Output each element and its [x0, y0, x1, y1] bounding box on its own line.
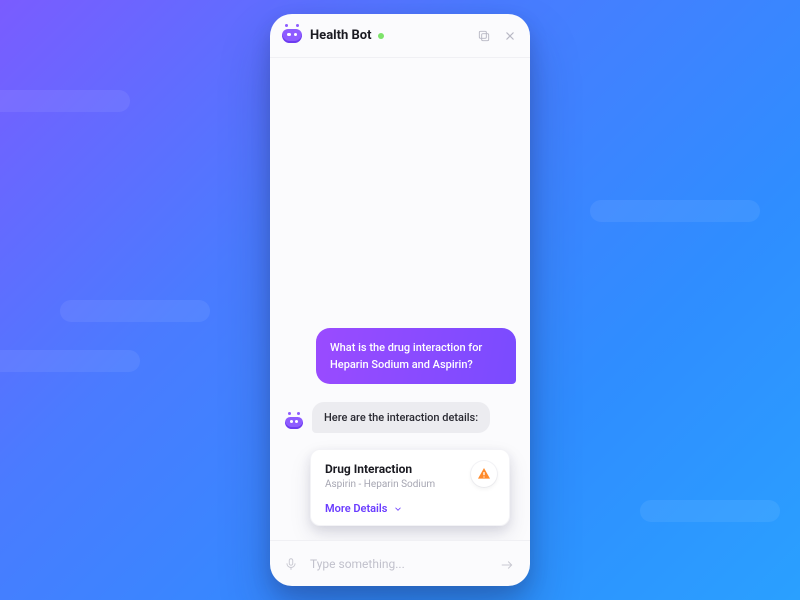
- close-button[interactable]: [502, 28, 518, 44]
- more-details-label: More Details: [325, 502, 387, 515]
- interaction-card[interactable]: Drug Interaction Aspirin - Heparin Sodiu…: [310, 449, 510, 526]
- microphone-button[interactable]: [284, 556, 300, 572]
- chat-title: Health Bot: [310, 28, 372, 43]
- bg-decor: [60, 300, 210, 322]
- bg-decor: [640, 500, 780, 522]
- bot-message: Here are the interaction details:: [312, 402, 490, 433]
- bg-decor: [0, 90, 130, 112]
- card-title: Drug Interaction: [325, 462, 495, 476]
- bot-message-row: Here are the interaction details:: [284, 402, 516, 433]
- message-input[interactable]: [310, 557, 488, 571]
- bot-avatar-icon: [282, 29, 302, 43]
- message-input-bar: [270, 540, 530, 586]
- warning-icon: [471, 461, 497, 487]
- send-button[interactable]: [498, 557, 516, 571]
- conversation-area[interactable]: What is the drug interaction for Heparin…: [270, 58, 530, 540]
- chat-window: Health Bot What is the drug interaction …: [270, 14, 530, 586]
- user-message: What is the drug interaction for Heparin…: [316, 328, 516, 384]
- copy-transcript-button[interactable]: [476, 28, 492, 44]
- chat-header: Health Bot: [270, 14, 530, 58]
- bg-decor: [590, 200, 760, 222]
- more-details-link[interactable]: More Details: [325, 502, 495, 515]
- bot-avatar-small: [284, 417, 304, 433]
- card-subtitle: Aspirin - Heparin Sodium: [325, 479, 495, 490]
- app-background: Health Bot What is the drug interaction …: [0, 0, 800, 600]
- bg-decor: [0, 350, 140, 372]
- chevron-down-icon: [393, 504, 403, 514]
- status-online-icon: [378, 33, 384, 39]
